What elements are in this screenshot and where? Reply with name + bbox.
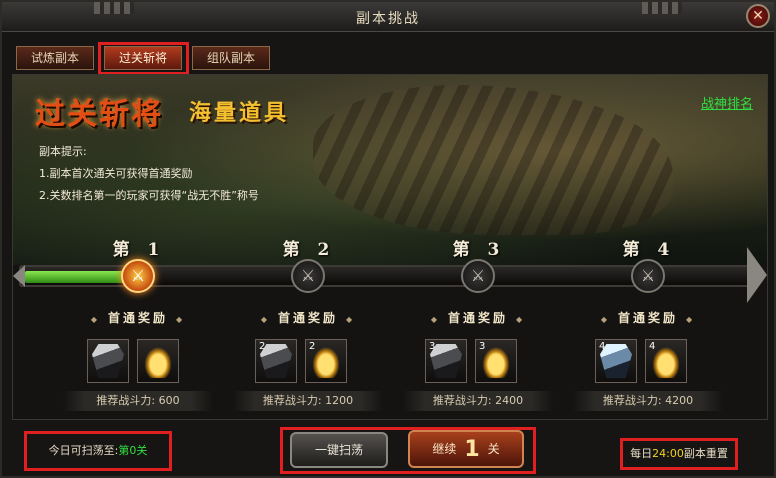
recommended-power: 推荐战斗力: 4200 bbox=[573, 391, 723, 411]
gold-reward-slot[interactable]: 2 bbox=[305, 339, 347, 383]
item-count: 3 bbox=[429, 341, 436, 352]
gold-reward-slot[interactable] bbox=[137, 339, 179, 383]
armor-reward-slot[interactable]: 3 bbox=[425, 339, 467, 383]
armor-icon bbox=[92, 344, 124, 378]
scroll-right-arrow-icon[interactable] bbox=[747, 247, 767, 303]
dungeon-window: 副本挑战 ✕ 试炼副本 过关斩将 组队副本 过关斩将 海量道具 战神排名 副本提… bbox=[0, 0, 776, 478]
reset-time: 24:00 bbox=[652, 447, 684, 460]
daily-reset-info: 每日24:00副本重置 bbox=[620, 438, 738, 470]
progress-fill bbox=[25, 271, 126, 283]
dungeon-tips: 副本提示: 1.副本首次通关可获得首通奖励 2.关数排名第一的玩家可获得“战无不… bbox=[39, 141, 259, 207]
recommended-power: 推荐战斗力: 1200 bbox=[233, 391, 383, 411]
recommended-power: 推荐战斗力: 600 bbox=[63, 391, 213, 411]
continue-stage-number: 1 bbox=[464, 437, 480, 462]
tab-team-dungeon[interactable]: 组队副本 bbox=[192, 46, 270, 70]
banner-subtitle: 海量道具 bbox=[189, 100, 290, 126]
gold-ingot-icon bbox=[142, 344, 174, 378]
window-title: 副本挑战 bbox=[356, 11, 420, 27]
continue-stage-button[interactable]: 继续 1 关 bbox=[408, 430, 524, 468]
highlight-box bbox=[98, 42, 189, 75]
crossed-swords-icon[interactable]: ⚔ bbox=[121, 259, 155, 293]
item-count: 4 bbox=[599, 341, 606, 352]
armor-reward-slot[interactable]: 4 bbox=[595, 339, 637, 383]
sweep-limit-info: 今日可扫荡至:第0关 bbox=[24, 431, 172, 471]
reset-suffix: 副本重置 bbox=[683, 447, 728, 460]
sweep-limit-label: 今日可扫荡至: bbox=[48, 444, 119, 457]
continue-suffix: 关 bbox=[487, 442, 500, 456]
tip-line: 2.关数排名第一的玩家可获得“战无不胜”称号 bbox=[39, 189, 259, 202]
item-count: 2 bbox=[309, 341, 316, 352]
armor-reward-slot[interactable] bbox=[87, 339, 129, 383]
banner-title: 过关斩将 bbox=[35, 97, 163, 132]
locked-swords-icon[interactable]: ⚔ bbox=[631, 259, 665, 293]
continue-label: 继续 bbox=[432, 442, 457, 456]
item-count: 4 bbox=[649, 341, 656, 352]
sweep-limit-value: 第0关 bbox=[118, 444, 148, 457]
content-panel: 过关斩将 海量道具 战神排名 副本提示: 1.副本首次通关可获得首通奖励 2.关… bbox=[12, 74, 768, 420]
first-clear-reward-title: 首通奖励 bbox=[63, 309, 213, 326]
first-clear-reward-title: 首通奖励 bbox=[573, 309, 723, 326]
shipwreck-illustration bbox=[313, 85, 673, 235]
reset-label: 每日 bbox=[630, 447, 653, 460]
tip-line: 1.副本首次通关可获得首通奖励 bbox=[39, 167, 193, 180]
tips-title: 副本提示: bbox=[39, 145, 87, 158]
one-click-sweep-button[interactable]: 一键扫荡 bbox=[290, 432, 388, 468]
item-count: 2 bbox=[259, 341, 266, 352]
gold-reward-slot[interactable]: 4 bbox=[645, 339, 687, 383]
locked-swords-icon[interactable]: ⚔ bbox=[461, 259, 495, 293]
tab-trial-dungeon[interactable]: 试炼副本 bbox=[16, 46, 94, 70]
war-god-ranking-link[interactable]: 战神排名 bbox=[701, 93, 753, 112]
item-count: 3 bbox=[479, 341, 486, 352]
close-button[interactable]: ✕ bbox=[746, 4, 770, 28]
first-clear-reward-title: 首通奖励 bbox=[403, 309, 553, 326]
title-bar: 副本挑战 ✕ bbox=[2, 2, 774, 32]
locked-swords-icon[interactable]: ⚔ bbox=[291, 259, 325, 293]
armor-reward-slot[interactable]: 2 bbox=[255, 339, 297, 383]
scroll-left-arrow-icon[interactable] bbox=[13, 265, 25, 287]
gold-reward-slot[interactable]: 3 bbox=[475, 339, 517, 383]
first-clear-reward-title: 首通奖励 bbox=[233, 309, 383, 326]
recommended-power: 推荐战斗力: 2400 bbox=[403, 391, 553, 411]
